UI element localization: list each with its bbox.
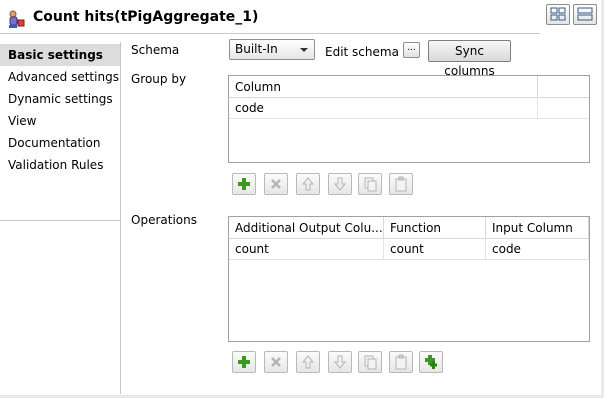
- copy-button[interactable]: [358, 173, 382, 195]
- move-down-icon: [333, 355, 347, 369]
- sidebar-item-label: Basic settings: [8, 48, 103, 62]
- sync-columns-label: Sync columns: [444, 44, 495, 78]
- grid-layout-icon: [550, 7, 566, 21]
- paste-button[interactable]: [389, 351, 413, 373]
- sidebar-item-dynamic-settings[interactable]: Dynamic settings: [0, 88, 120, 110]
- table-cell[interactable]: code: [486, 239, 589, 260]
- move-up-icon: [301, 355, 315, 369]
- add-row-button[interactable]: [232, 173, 256, 195]
- sidebar-item-validation-rules[interactable]: Validation Rules: [0, 154, 120, 176]
- remove-row-button[interactable]: [264, 173, 288, 195]
- chevron-down-icon: [300, 48, 308, 52]
- sidebar-item-label: View: [8, 114, 37, 128]
- add-row-icon: [238, 178, 250, 190]
- column-header[interactable]: Function: [384, 217, 486, 239]
- group-by-label: Group by: [131, 72, 187, 86]
- table-cell[interactable]: count: [384, 239, 486, 260]
- sync-columns-button[interactable]: Sync columns: [428, 40, 511, 78]
- sidebar-item-basic-settings[interactable]: Basic settings: [0, 44, 120, 66]
- copy-button[interactable]: [358, 351, 382, 373]
- sidebar-item-label: Documentation: [8, 136, 101, 150]
- remove-operation-button[interactable]: [264, 351, 288, 373]
- group-by-table[interactable]: Column code: [228, 75, 590, 163]
- table-header: Column: [229, 76, 589, 98]
- operations-table[interactable]: Additional Output Colu... Function Input…: [228, 216, 590, 342]
- window-title: Count hits(tPigAggregate_1): [33, 9, 259, 25]
- add-all-button[interactable]: [419, 351, 443, 373]
- table-row[interactable]: count count code: [229, 239, 589, 260]
- remove-row-icon: [271, 179, 281, 189]
- move-up-icon: [301, 177, 315, 191]
- list-layout-icon: [577, 7, 593, 21]
- move-down-icon: [333, 177, 347, 191]
- move-up-button[interactable]: [296, 173, 320, 195]
- remove-row-icon: [271, 357, 281, 367]
- add-operation-button[interactable]: [232, 351, 256, 373]
- paste-button[interactable]: [389, 173, 413, 195]
- operations-label: Operations: [131, 213, 197, 227]
- settings-sidebar: Basic settings Advanced settings Dynamic…: [0, 42, 121, 394]
- column-header[interactable]: Additional Output Colu...: [229, 217, 384, 239]
- edit-schema-label: Edit schema: [325, 45, 399, 59]
- schema-label: Schema: [131, 43, 180, 57]
- title-bar: Count hits(tPigAggregate_1): [0, 0, 604, 34]
- paste-icon: [395, 176, 407, 192]
- move-down-button[interactable]: [328, 173, 352, 195]
- table-view-toggle-button[interactable]: [573, 4, 597, 25]
- sidebar-item-advanced-settings[interactable]: Advanced settings: [0, 66, 120, 88]
- copy-icon: [364, 177, 377, 192]
- table-cell[interactable]: count: [229, 239, 384, 260]
- sidebar-item-label: Advanced settings: [8, 70, 119, 84]
- add-all-icon: [425, 355, 437, 369]
- move-down-button[interactable]: [328, 351, 352, 373]
- sidebar-item-label: Dynamic settings: [8, 92, 113, 106]
- table-header: Additional Output Colu... Function Input…: [229, 217, 589, 239]
- title-divider: [0, 33, 540, 34]
- column-header[interactable]: Column: [229, 76, 538, 98]
- schema-selected-value: Built-In: [235, 42, 278, 56]
- copy-icon: [364, 355, 377, 370]
- pig-aggregate-component-icon: [7, 9, 27, 29]
- add-row-icon: [238, 356, 250, 368]
- sidebar-divider: [0, 220, 120, 221]
- form-view-toggle-button[interactable]: [546, 4, 570, 25]
- sidebar-item-view[interactable]: View: [0, 110, 120, 132]
- schema-type-select[interactable]: Built-In: [229, 39, 315, 60]
- sidebar-item-documentation[interactable]: Documentation: [0, 132, 120, 154]
- table-cell[interactable]: code: [229, 98, 538, 119]
- move-up-button[interactable]: [296, 351, 320, 373]
- ellipsis-label: ...: [407, 43, 416, 53]
- paste-icon: [395, 354, 407, 370]
- sidebar-item-label: Validation Rules: [8, 158, 104, 172]
- column-header[interactable]: Input Column: [486, 217, 589, 239]
- edit-schema-button[interactable]: ...: [403, 42, 420, 58]
- table-row[interactable]: code: [229, 98, 589, 119]
